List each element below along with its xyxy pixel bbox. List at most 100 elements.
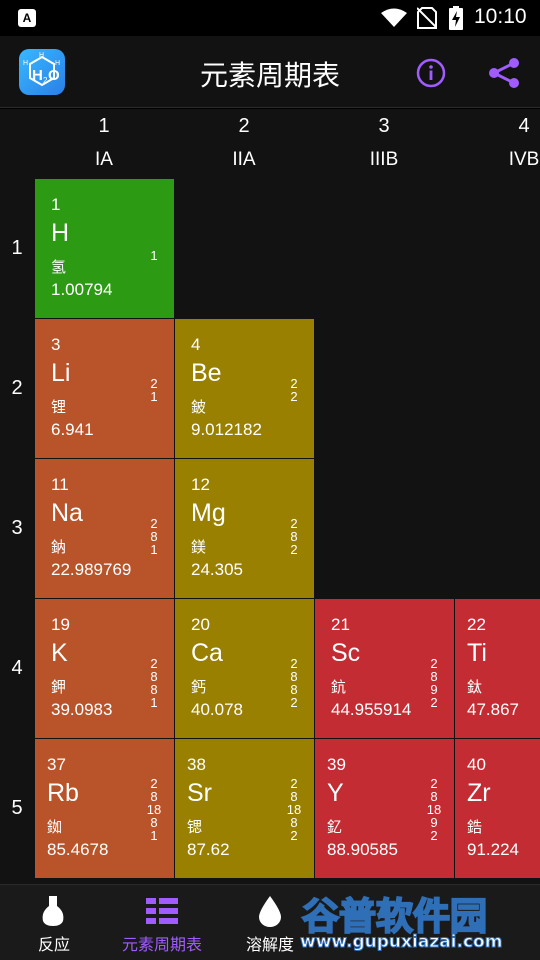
electron-shells: 2882 (284, 657, 304, 709)
atomic-number: 19 (51, 615, 70, 634)
element-symbol: K (51, 639, 68, 667)
element-cell-sr[interactable]: 38 Sr 锶 87.62 2 8 18 8 2 (175, 739, 314, 878)
atomic-mass: 88.90585 (327, 840, 398, 859)
group-label: IIA (232, 149, 256, 170)
watermark: 谷普软件园 www.gupuxiazai.com (298, 886, 540, 960)
element-name: 鉀 (51, 678, 67, 696)
element-name: 鈦 (467, 678, 483, 696)
shell-count: 1 (150, 248, 158, 263)
electron-shells: 21 (144, 377, 164, 403)
element-name: 鎂 (191, 538, 207, 556)
group-number: 3 (378, 115, 390, 137)
atomic-number: 38 (187, 755, 206, 774)
atomic-mass: 9.012182 (191, 420, 262, 439)
atomic-mass: 40.078 (191, 700, 243, 719)
electron-shells: 2 8 18 8 1 (144, 777, 164, 842)
element-cell-mg[interactable]: 12 Mg 鎂 24.305 282 (175, 459, 314, 598)
element-name: 锂 (51, 398, 67, 416)
nav-item-reaction[interactable]: 反应 (0, 885, 108, 960)
element-cell-k[interactable]: 19 K 鉀 39.0983 2881 (35, 599, 174, 738)
atomic-number: 12 (191, 475, 210, 494)
element-cell-h[interactable]: 1 H 氢 1.00794 1 (35, 179, 174, 318)
electron-shells: 2892 (424, 657, 444, 709)
flask-icon (42, 896, 64, 926)
group-label: IA (95, 149, 113, 170)
atomic-mass: 1.00794 (51, 280, 113, 299)
nav-label: 元素周期表 (121, 935, 202, 954)
atomic-number: 22 (467, 615, 486, 634)
nav-item-periodic-table[interactable]: 元素周期表 (108, 885, 216, 960)
page-title: 元素周期表 (199, 59, 340, 92)
electron-shells: 22 (284, 377, 304, 403)
period-number: 4 (11, 657, 23, 679)
shell-count: 1 (150, 695, 158, 710)
atomic-number: 20 (191, 615, 210, 634)
atomic-mass: 47.867 (467, 700, 519, 719)
notification-a-icon: A (18, 9, 36, 27)
element-symbol: Ca (191, 639, 223, 667)
battery-charging-icon (449, 6, 463, 30)
element-cell-zr[interactable]: 40 Zr 鋯 91.224 (455, 739, 540, 878)
electron-shells: 282 (284, 517, 304, 556)
period-number: 3 (11, 517, 23, 539)
atomic-mass: 24.305 (191, 560, 243, 579)
shell-count: 1 (150, 828, 158, 843)
atomic-mass: 91.224 (467, 840, 519, 859)
element-cell-rb[interactable]: 37 Rb 銣 85.4678 2 8 18 8 1 (35, 739, 174, 878)
shell-count: 2 (290, 542, 298, 557)
share-icon[interactable] (487, 57, 521, 89)
shell-count: 2 (290, 828, 298, 843)
atomic-number: 4 (191, 335, 201, 354)
group-label: IIIB (369, 149, 399, 170)
group-number: 4 (518, 115, 530, 137)
element-cell-sc[interactable]: 21 Sc 鈧 44.955914 2892 (315, 599, 454, 738)
group-header: 1 IA (34, 113, 174, 173)
element-cell-y[interactable]: 39 Y 釔 88.90585 2 8 18 9 2 (315, 739, 454, 878)
status-time: 10:10 (474, 5, 527, 28)
electron-shells: 2 8 18 8 2 (284, 777, 304, 842)
element-symbol: Sc (331, 639, 361, 667)
watermark-url: www.gupuxiazai.com (299, 932, 503, 953)
shell-count: 1 (150, 389, 158, 404)
atomic-number: 3 (51, 335, 61, 354)
element-symbol: Zr (467, 779, 491, 807)
no-sim-icon (417, 7, 437, 29)
grid-table-icon (146, 898, 178, 924)
period-number: 1 (11, 237, 23, 259)
period-number: 2 (11, 377, 23, 399)
group-label: IVB (508, 149, 540, 170)
element-cell-ti[interactable]: 22 Ti 鈦 47.867 (455, 599, 540, 738)
group-number: 1 (98, 115, 110, 137)
shell-count: 2 (430, 695, 438, 710)
period-number: 5 (11, 797, 23, 819)
atomic-mass: 85.4678 (47, 840, 109, 859)
element-name: 鈣 (191, 678, 207, 696)
atomic-number: 37 (47, 755, 66, 774)
drop-icon (259, 896, 281, 927)
electron-shells: 2 8 18 9 2 (424, 777, 444, 842)
element-cell-be[interactable]: 4 Be 鈹 9.012182 22 (175, 319, 314, 458)
group-header: 2 IIA (174, 113, 314, 173)
info-circle-icon[interactable] (416, 58, 446, 88)
periodic-table[interactable]: 1 IA 2 IIA 3 IIIB 4 IVB 1 2 3 4 5 1 H 氢 … (0, 109, 540, 884)
element-symbol: Mg (191, 499, 226, 527)
element-name: 鈧 (331, 678, 347, 696)
atomic-mass: 22.989769 (51, 560, 132, 579)
atomic-number: 1 (51, 195, 61, 214)
element-name: 氢 (51, 258, 67, 276)
electron-shells: 281 (144, 517, 164, 556)
shell-count: 2 (290, 389, 298, 404)
group-header: 4 IVB (454, 113, 540, 173)
element-symbol: Na (51, 499, 83, 527)
element-symbol: Ti (467, 639, 487, 667)
atomic-mass: 39.0983 (51, 700, 113, 719)
atomic-number: 21 (331, 615, 350, 634)
element-cell-na[interactable]: 11 Na 鈉 22.989769 281 (35, 459, 174, 598)
element-cell-ca[interactable]: 20 Ca 鈣 40.078 2882 (175, 599, 314, 738)
shell-count: 1 (150, 542, 158, 557)
element-symbol: Sr (187, 779, 212, 807)
shell-count: 2 (430, 828, 438, 843)
status-bar: A 10:10 (0, 0, 540, 36)
electron-shells: 1 (144, 249, 164, 262)
element-cell-li[interactable]: 3 Li 锂 6.941 21 (35, 319, 174, 458)
